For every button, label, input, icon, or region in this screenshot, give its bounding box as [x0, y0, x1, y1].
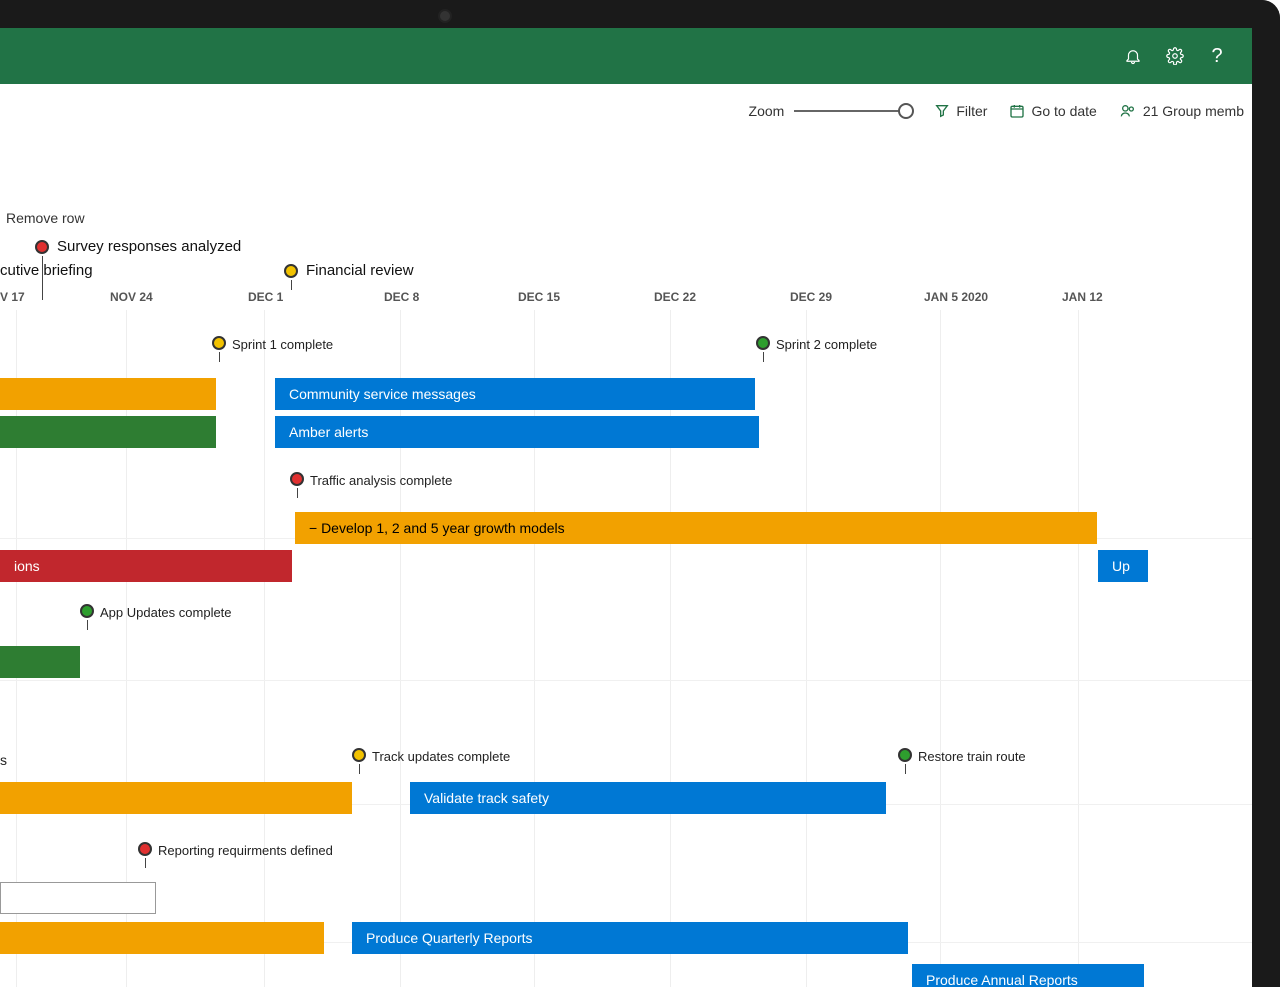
milestone-financial-review[interactable]: Financial review	[284, 262, 414, 279]
task-bar[interactable]: Validate track safety	[410, 782, 886, 814]
filter-label: Filter	[956, 103, 987, 119]
milestone-label: Restore train route	[918, 749, 1026, 764]
pin-icon	[290, 472, 304, 486]
milestone[interactable]: App Updates complete	[80, 604, 232, 620]
milestone-executive-briefing[interactable]: cutive briefing	[0, 262, 93, 279]
task-bar[interactable]: Community service messages	[275, 378, 755, 410]
milestone-label: Survey responses analyzed	[57, 238, 241, 255]
milestone[interactable]: Restore train route	[898, 748, 1026, 764]
task-bar[interactable]	[0, 882, 156, 914]
go-to-date-button[interactable]: Go to date	[1009, 103, 1096, 119]
milestone-label: Sprint 1 complete	[232, 337, 333, 352]
date-column-label: DEC 1	[248, 290, 283, 304]
task-bar[interactable]: − Develop 1, 2 and 5 year growth models	[295, 512, 1097, 544]
milestone[interactable]: Traffic analysis complete	[290, 472, 452, 488]
date-column-label: JAN 5 2020	[924, 290, 988, 304]
notifications-icon[interactable]	[1112, 35, 1154, 77]
remove-row-button[interactable]: Remove row	[6, 210, 85, 226]
milestone-label: App Updates complete	[100, 605, 232, 620]
zoom-label: Zoom	[749, 103, 785, 119]
date-column-label: DEC 8	[384, 290, 419, 304]
date-column-label: DEC 29	[790, 290, 832, 304]
milestone-label: Financial review	[306, 262, 414, 279]
milestone-label: Traffic analysis complete	[310, 473, 452, 488]
row-label-clipped: s	[0, 752, 7, 768]
task-bar[interactable]	[0, 782, 352, 814]
date-column-label: JAN 12	[1062, 290, 1103, 304]
pin-icon	[212, 336, 226, 350]
zoom-slider-handle[interactable]	[898, 103, 914, 119]
milestone[interactable]: Sprint 2 complete	[756, 336, 877, 352]
device-camera	[438, 9, 452, 23]
pin-icon	[756, 336, 770, 350]
task-bar[interactable]: ions	[0, 550, 292, 582]
date-scale: V 17 NOV 24 DEC 1 DEC 8 DEC 15 DEC 22 DEC 29 JA…	[0, 290, 1252, 310]
task-bar[interactable]: Amber alerts	[275, 416, 759, 448]
pin-icon	[35, 240, 49, 254]
go-to-date-label: Go to date	[1031, 103, 1096, 119]
task-bar[interactable]: Produce Annual Reports	[912, 964, 1144, 987]
zoom-control[interactable]: Zoom	[749, 103, 913, 119]
task-bar[interactable]	[0, 646, 80, 678]
pin-icon	[284, 264, 298, 278]
milestone-label: cutive briefing	[0, 262, 93, 279]
milestone-label: Sprint 2 complete	[776, 337, 877, 352]
milestone-survey-analyzed[interactable]: Survey responses analyzed	[35, 238, 241, 255]
milestone[interactable]: Sprint 1 complete	[212, 336, 333, 352]
date-column-label: DEC 15	[518, 290, 560, 304]
task-bar[interactable]	[0, 378, 216, 410]
task-bar[interactable]: Up	[1098, 550, 1148, 582]
pin-icon	[138, 842, 152, 856]
task-bar[interactable]	[0, 922, 324, 954]
timeline-view[interactable]: Survey responses analyzed cutive briefin…	[0, 238, 1252, 987]
zoom-slider[interactable]	[794, 110, 912, 112]
toolbar: Zoom Filter Go to date 21 Group memb	[0, 84, 1252, 138]
action-bar: Remove row	[0, 198, 1252, 238]
group-members-button[interactable]: 21 Group memb	[1119, 103, 1244, 119]
task-bar[interactable]: Produce Quarterly Reports	[352, 922, 908, 954]
group-members-label: 21 Group memb	[1143, 103, 1244, 119]
date-column-label: NOV 24	[110, 290, 153, 304]
pin-icon	[898, 748, 912, 762]
milestone-label: Track updates complete	[372, 749, 510, 764]
device-frame: ? Zoom Filter Go to date 21 Group memb R…	[0, 0, 1280, 987]
milestone[interactable]: Track updates complete	[352, 748, 510, 764]
app-header: ?	[0, 28, 1252, 84]
pin-icon	[352, 748, 366, 762]
milestone[interactable]: Reporting requirments defined	[138, 842, 333, 858]
help-icon[interactable]: ?	[1196, 35, 1238, 77]
task-bar[interactable]	[0, 416, 216, 448]
filter-button[interactable]: Filter	[934, 103, 987, 119]
pin-icon	[80, 604, 94, 618]
settings-icon[interactable]	[1154, 35, 1196, 77]
date-column-label: V 17	[0, 290, 25, 304]
milestone-label: Reporting requirments defined	[158, 843, 333, 858]
summary-milestones: Survey responses analyzed cutive briefin…	[0, 238, 1252, 290]
grid	[0, 310, 1252, 987]
date-column-label: DEC 22	[654, 290, 696, 304]
